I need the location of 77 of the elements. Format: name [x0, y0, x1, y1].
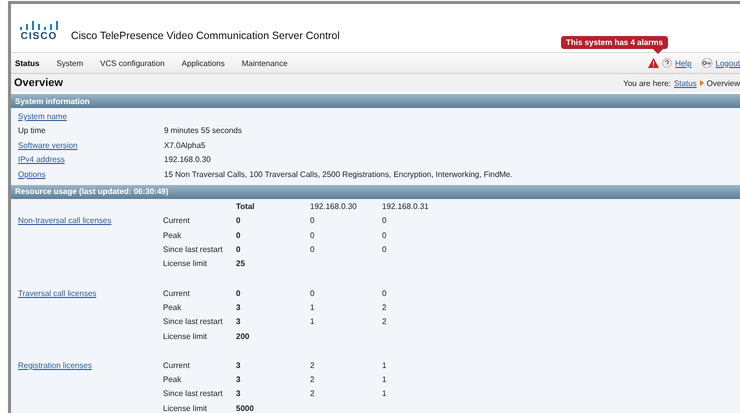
table-cell-text: 0 [236, 245, 242, 254]
tooltip-pointer-icon [652, 49, 663, 54]
nav-tab[interactable]: VCS configuration [100, 58, 176, 68]
table-cell-text: 1 [382, 360, 388, 370]
row-label: License limit [163, 332, 208, 341]
page-title: Overview [14, 77, 63, 89]
nav-tab[interactable]: System [56, 58, 94, 68]
table-cell-text: 1 [310, 317, 316, 326]
row-label: License limit [163, 404, 208, 413]
key-icon [700, 58, 713, 68]
table-cell-text: 2 [310, 360, 316, 370]
field-value: 192.168.0.30 [164, 155, 211, 164]
table-cell-text: 1 [382, 389, 388, 398]
row-label: Peak [163, 302, 182, 312]
row-label: Current [163, 288, 191, 298]
row-label: Current [163, 360, 191, 370]
table-cell-text: 3 [236, 360, 242, 370]
field-value: 15 Non Traversal Calls, 100 Traversal Calls, 2500 Registrations, Encryption, Interworking, FindMe. [164, 170, 513, 179]
table-cell-text: 0 [310, 245, 316, 254]
table-cell-text: 0 [382, 288, 388, 298]
row-label: Peak [163, 375, 182, 384]
table-cell-text: 0 [236, 216, 242, 226]
table-cell-text: 2 [382, 317, 388, 326]
table-cell-text: 0 [382, 216, 388, 226]
row-label: Since last restart [163, 317, 224, 326]
section-header: System information [11, 94, 740, 108]
row-label: Since last restart [163, 389, 224, 398]
column-header: Total [236, 202, 256, 212]
nav-tab[interactable]: Maintenance [242, 58, 299, 68]
table-cell-text: 1 [382, 375, 388, 384]
row-label: Since last restart [163, 245, 224, 254]
field-value: X7.0Alpha5 [164, 140, 206, 150]
help-icon [662, 58, 672, 68]
table-cell-text: 0 [310, 230, 316, 240]
nav-tab[interactable]: Status [15, 58, 50, 68]
license-link[interactable]: Non-traversal call licenses [18, 216, 112, 226]
table-cell-text: 0 [310, 216, 316, 226]
table-cell-text: 0 [236, 230, 242, 240]
table-cell-text: 3 [236, 375, 242, 384]
table-cell-text: 2 [382, 302, 388, 312]
breadcrumb-link[interactable]: Status [674, 78, 697, 88]
alarm-icon[interactable] [648, 58, 660, 68]
field-link[interactable]: Software version [18, 140, 164, 150]
license-link[interactable]: Traversal call licenses [18, 288, 96, 298]
table-cell-text: 200 [236, 332, 250, 341]
column-header: 192.168.0.31 [382, 202, 430, 212]
breadcrumb-current: Overview [706, 78, 740, 88]
table-cell-text: 0 [236, 288, 242, 298]
table-cell-text: 0 [382, 230, 388, 240]
license-link[interactable]: Registration licenses [18, 360, 92, 370]
cisco-logo: CISCO [19, 21, 59, 42]
breadcrumb-label: You are here: [623, 78, 671, 88]
column-header: 192.168.0.30 [310, 202, 358, 212]
table-cell-text: 2 [310, 389, 316, 398]
field-link[interactable]: System name [18, 112, 164, 121]
nav-tab[interactable]: Applications [182, 58, 236, 68]
field-link[interactable]: IPv4 address [18, 155, 164, 164]
table-cell-text: 3 [236, 302, 242, 312]
table-cell-text: 0 [382, 245, 388, 254]
table-cell-text: 0 [310, 288, 316, 298]
app-title: Cisco TelePresence Video Communication Server Control [71, 30, 340, 42]
field-value: 9 minutes 55 seconds [164, 126, 242, 136]
help-link[interactable]: Help [675, 58, 692, 68]
row-label: Current [163, 216, 191, 226]
row-label: Peak [163, 230, 182, 240]
row-label: License limit [163, 259, 208, 268]
chevron-icon [700, 80, 704, 86]
table-cell-text: 1 [310, 302, 316, 312]
table-cell-text: 3 [236, 317, 242, 326]
field-label: Up time [18, 126, 47, 136]
table-cell-text: 3 [236, 389, 242, 398]
field-link[interactable]: Options [18, 170, 164, 179]
table-cell-text: 25 [236, 259, 246, 268]
logout-link[interactable]: Logout [716, 58, 740, 68]
table-cell-text: 2 [310, 375, 316, 384]
table-cell-text: 5000 [236, 404, 255, 413]
section-header: Resource usage (last updated: 06:30:49) [11, 184, 740, 198]
